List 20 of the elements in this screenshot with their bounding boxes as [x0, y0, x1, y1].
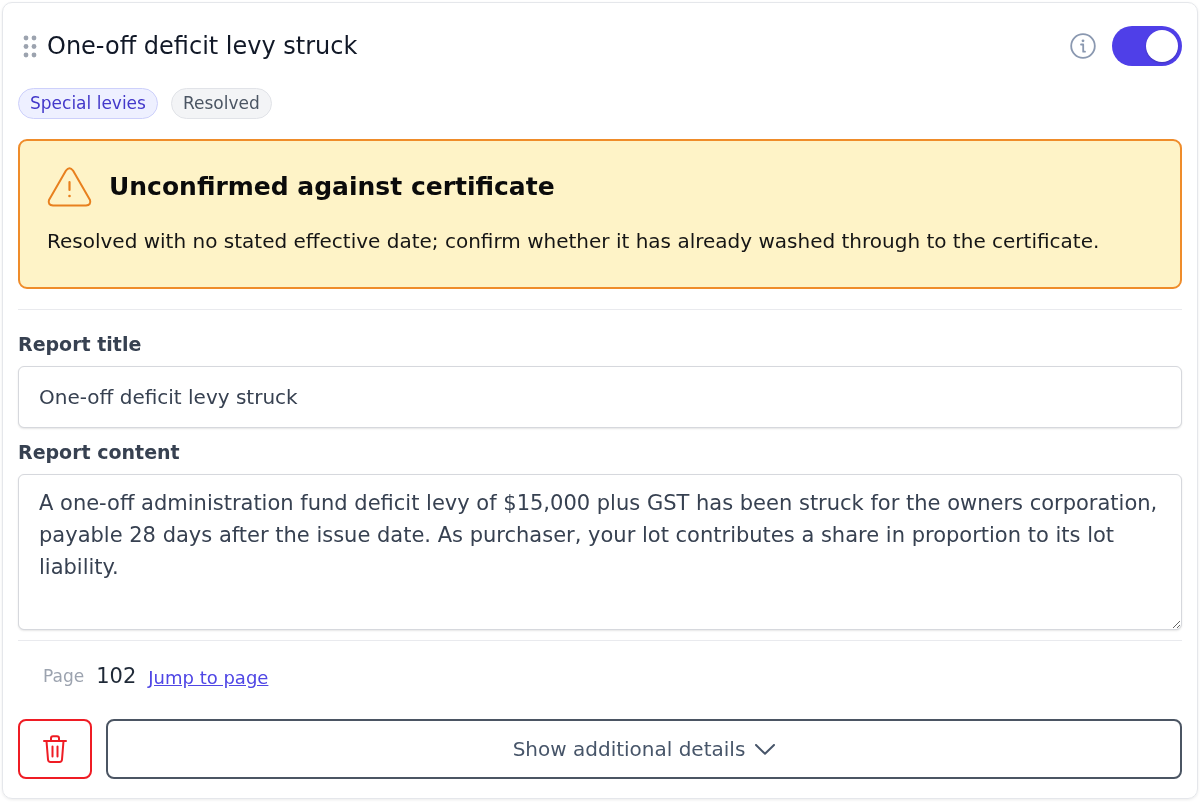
field-label: Report content [18, 440, 181, 464]
warning-icon [47, 167, 92, 207]
field-label: Report title [18, 332, 143, 356]
show-details-button[interactable]: Show additional details [106, 719, 1182, 779]
alert-message: Resolved with no stated effective date; confirm whether it has already washed through to the certificate. [47, 228, 1101, 254]
page-label: Page [43, 665, 85, 689]
trash-icon [43, 735, 67, 763]
alert-title: Unconfirmed against certificate [109, 172, 555, 202]
title-input[interactable]: One-off deficit levy struck [18, 366, 1182, 428]
card-title: One-off deficit levy struck [47, 31, 358, 61]
content-textarea[interactable]: A one-off administration fund deficit levy of $15,000 plus GST has been struck for the owners corporation, payable 28 days after the issue date. As purchaser, your lot contributes a share in proportion to its lot liability. [18, 474, 1182, 630]
page-number: 102 [96, 663, 137, 691]
drag-handle-icon[interactable] [23, 34, 37, 58]
status-tag: Resolved [170, 88, 272, 119]
jump-to-page-link[interactable]: Jump to page [148, 663, 269, 691]
info-icon[interactable] [1070, 33, 1096, 59]
delete-button[interactable] [18, 719, 92, 779]
toggle-switch[interactable] [1112, 26, 1182, 66]
chevron-down-icon [755, 743, 776, 755]
category-tag: Special levies [18, 88, 158, 119]
